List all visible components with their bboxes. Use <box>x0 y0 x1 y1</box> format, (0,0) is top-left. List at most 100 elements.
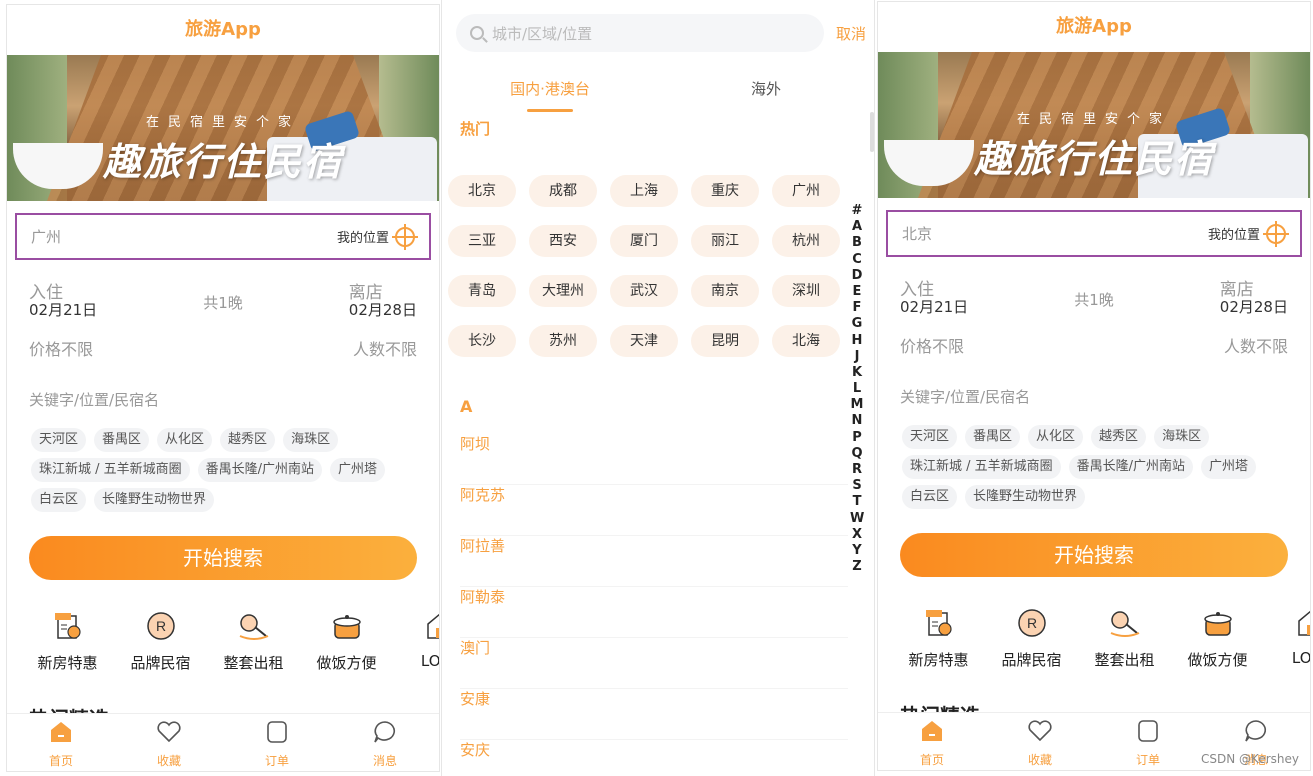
tab-orders[interactable]: 订单 <box>223 714 331 771</box>
tab-favorites[interactable]: 收藏 <box>115 714 223 771</box>
index-letter[interactable]: M <box>850 397 864 413</box>
index-letter[interactable]: R <box>850 462 864 478</box>
hot-city[interactable]: 北海 <box>772 325 840 357</box>
hot-city[interactable]: 苏州 <box>529 325 597 357</box>
keyword-input[interactable]: 关键字/位置/民宿名 <box>878 371 1310 423</box>
feature-loft[interactable]: LOFT <box>393 610 439 673</box>
area-tag[interactable]: 番禺长隆/广州南站 <box>1068 455 1194 479</box>
area-tag[interactable]: 珠江新城 / 五羊新城商圈 <box>902 455 1061 479</box>
hot-city[interactable]: 上海 <box>610 175 678 207</box>
index-letter[interactable]: # <box>850 203 864 219</box>
city-selector[interactable]: 北京 我的位置 <box>886 210 1302 257</box>
city-list-item[interactable]: 澳门 <box>460 638 848 689</box>
checkout[interactable]: 离店 02月28日 <box>1220 282 1288 317</box>
index-letter[interactable]: Z <box>850 559 864 575</box>
tab-home[interactable]: 首页 <box>878 713 986 770</box>
area-tag[interactable]: 海珠区 <box>1154 425 1210 449</box>
start-search-button[interactable]: 开始搜索 <box>900 533 1288 577</box>
hot-city[interactable]: 成都 <box>529 175 597 207</box>
hot-city[interactable]: 广州 <box>772 175 840 207</box>
hot-city[interactable]: 武汉 <box>610 275 678 307</box>
hot-city[interactable]: 西安 <box>529 225 597 257</box>
hot-city[interactable]: 青岛 <box>448 275 516 307</box>
index-letter[interactable]: E <box>850 284 864 300</box>
tab-favorites[interactable]: 收藏 <box>986 713 1094 770</box>
feature-brand[interactable]: R 品牌民宿 <box>114 610 207 673</box>
city-list-item[interactable]: 安庆 <box>460 740 848 776</box>
index-letter[interactable]: Q <box>850 446 864 462</box>
hot-city[interactable]: 深圳 <box>772 275 840 307</box>
hot-city[interactable]: 厦门 <box>610 225 678 257</box>
hot-city[interactable]: 天津 <box>610 325 678 357</box>
price-filter[interactable]: 价格不限 <box>29 336 93 360</box>
people-filter[interactable]: 人数不限 <box>353 336 417 360</box>
feature-brand[interactable]: R 品牌民宿 <box>985 607 1078 670</box>
tab-orders[interactable]: 订单 <box>1094 713 1202 770</box>
index-letter[interactable]: H <box>850 333 864 349</box>
index-letter[interactable]: J <box>850 349 864 365</box>
date-range[interactable]: 入住 02月21日 共1晚 离店 02月28日 <box>878 257 1310 319</box>
location-target-icon[interactable] <box>1263 220 1289 247</box>
area-tag[interactable]: 番禺区 <box>965 425 1021 449</box>
tab-messages[interactable]: 消息 <box>331 714 439 771</box>
hot-city[interactable]: 丽江 <box>691 225 759 257</box>
index-letter[interactable]: G <box>850 316 864 332</box>
price-filter[interactable]: 价格不限 <box>900 333 964 357</box>
area-tag[interactable]: 天河区 <box>902 425 958 449</box>
checkin[interactable]: 入住 02月21日 <box>900 282 968 317</box>
index-letter[interactable]: A <box>850 219 864 235</box>
city-selector[interactable]: 广州 我的位置 <box>15 213 431 260</box>
feature-cooking[interactable]: 做饭方便 <box>1171 607 1264 670</box>
hot-city[interactable]: 北京 <box>448 175 516 207</box>
city-list-item[interactable]: 阿勒泰 <box>460 587 848 638</box>
city-list-item[interactable]: 安康 <box>460 689 848 740</box>
hot-city[interactable]: 长沙 <box>448 325 516 357</box>
tab-overseas[interactable]: 海外 <box>658 78 874 112</box>
start-search-button[interactable]: 开始搜索 <box>29 536 417 580</box>
index-letter[interactable]: C <box>850 252 864 268</box>
city-list-item[interactable]: 阿克苏 <box>460 485 848 536</box>
hot-city[interactable]: 南京 <box>691 275 759 307</box>
checkout[interactable]: 离店 02月28日 <box>349 285 417 320</box>
area-tag[interactable]: 从化区 <box>157 428 213 452</box>
feature-loft[interactable]: LOFT <box>1264 607 1310 670</box>
city-list-item[interactable]: 阿坝 <box>460 434 848 485</box>
tab-home[interactable]: 首页 <box>7 714 115 771</box>
area-tag[interactable]: 白云区 <box>902 485 958 509</box>
area-tag[interactable]: 越秀区 <box>220 428 276 452</box>
index-letter[interactable]: X <box>850 527 864 543</box>
cancel-button[interactable]: 取消 <box>836 23 866 44</box>
hot-city[interactable]: 大理州 <box>529 275 597 307</box>
index-letter[interactable]: Y <box>850 543 864 559</box>
tab-domestic[interactable]: 国内·港澳台 <box>442 78 658 112</box>
area-tag[interactable]: 天河区 <box>31 428 87 452</box>
feature-new-house[interactable]: 新房特惠 <box>21 610 114 673</box>
area-tag[interactable]: 白云区 <box>31 488 87 512</box>
hot-city[interactable]: 三亚 <box>448 225 516 257</box>
alphabet-index[interactable]: # A B C D E F G H J K L M N P Q R S T W … <box>850 203 864 575</box>
index-letter[interactable]: F <box>850 300 864 316</box>
hot-city[interactable]: 杭州 <box>772 225 840 257</box>
area-tag[interactable]: 番禺长隆/广州南站 <box>197 458 323 482</box>
scrollbar[interactable] <box>870 112 874 152</box>
hot-city[interactable]: 昆明 <box>691 325 759 357</box>
location-target-icon[interactable] <box>392 223 418 250</box>
area-tag[interactable]: 番禺区 <box>94 428 150 452</box>
area-tag[interactable]: 长隆野生动物世界 <box>94 488 215 512</box>
my-location-label[interactable]: 我的位置 <box>337 227 389 246</box>
area-tag[interactable]: 长隆野生动物世界 <box>965 485 1086 509</box>
banner-image[interactable]: 在民宿里安个家 趣旅行住民宿 <box>878 52 1310 198</box>
area-tag[interactable]: 越秀区 <box>1091 425 1147 449</box>
index-letter[interactable]: P <box>850 430 864 446</box>
area-tag[interactable]: 珠江新城 / 五羊新城商圈 <box>31 458 190 482</box>
index-letter[interactable]: K <box>850 365 864 381</box>
feature-whole-rent[interactable]: 整套出租 <box>207 610 300 673</box>
area-tag[interactable]: 广州塔 <box>330 458 386 482</box>
city-search-input[interactable]: 城市/区域/位置 <box>456 14 824 52</box>
area-tag[interactable]: 广州塔 <box>1201 455 1257 479</box>
index-letter[interactable]: T <box>850 494 864 510</box>
area-tag[interactable]: 海珠区 <box>283 428 339 452</box>
hot-city[interactable]: 重庆 <box>691 175 759 207</box>
date-range[interactable]: 入住 02月21日 共1晚 离店 02月28日 <box>7 260 439 322</box>
checkin[interactable]: 入住 02月21日 <box>29 285 97 320</box>
